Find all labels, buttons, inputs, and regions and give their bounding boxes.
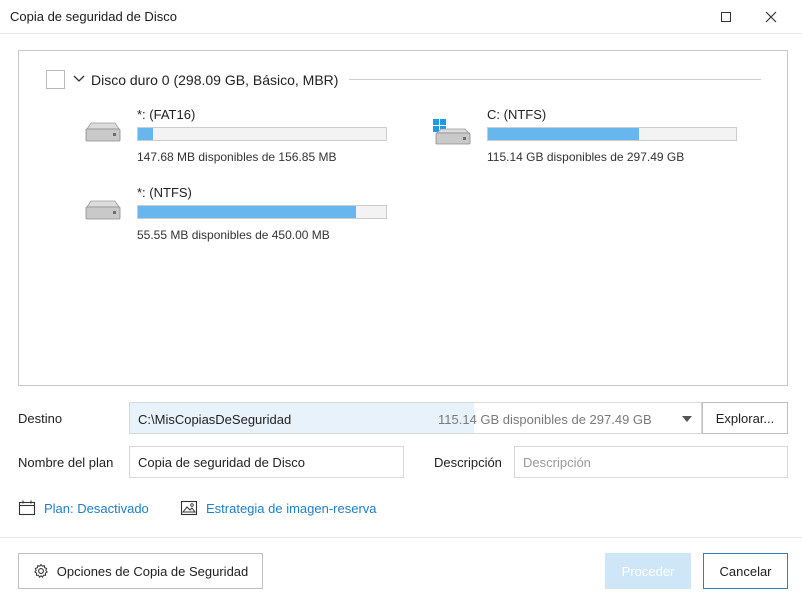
image-strategy-label: Estrategia de imagen-reserva (206, 500, 377, 516)
close-button[interactable] (748, 0, 794, 33)
partition-space-info: 55.55 MB disponibles de 450.00 MB (137, 228, 330, 242)
window-title: Copia de seguridad de Disco (10, 9, 177, 24)
description-input[interactable] (514, 446, 788, 478)
schedule-plan-link[interactable]: Plan: Desactivado (18, 500, 149, 516)
disk-selection-panel: Disco duro 0 (298.09 GB, Básico, MBR) *:… (18, 50, 788, 386)
browse-button[interactable]: Explorar... (702, 402, 788, 434)
backup-options-label: Opciones de Copia de Seguridad (56, 563, 249, 579)
destination-select[interactable]: C:\MisCopiasDeSeguridad 115.14 GB dispon… (129, 402, 702, 434)
partition-item[interactable]: *: (FAT16) 147.68 MB disponibles de 156.… (83, 107, 387, 167)
hdd-icon (85, 200, 121, 220)
partition-space-info: 115.14 GB disponibles de 297.49 GB (487, 150, 685, 164)
backup-options-button[interactable]: Opciones de Copia de Seguridad (18, 553, 263, 589)
partition-name: C: (NTFS) (487, 107, 547, 122)
disk-checkbox[interactable] (46, 70, 65, 89)
partition-usage-fill (488, 128, 640, 140)
dropdown-arrow-icon[interactable] (682, 416, 692, 422)
partition-name: *: (FAT16) (137, 107, 196, 122)
partition-usage-bar (137, 127, 387, 141)
hdd-icon (85, 122, 121, 142)
partition-usage-bar (137, 205, 387, 219)
gear-icon (33, 563, 48, 579)
partition-space-info: 147.68 MB disponibles de 156.85 MB (137, 150, 337, 164)
plan-name-input[interactable] (129, 446, 404, 478)
chevron-down-icon[interactable] (71, 71, 87, 87)
partition-name: *: (NTFS) (137, 185, 192, 200)
image-strategy-link[interactable]: Estrategia de imagen-reserva (180, 500, 377, 516)
description-label: Descripción (434, 455, 502, 470)
title-bar: Copia de seguridad de Disco (0, 0, 802, 34)
close-icon (765, 11, 777, 22)
partition-usage-bar (487, 127, 737, 141)
maximize-button[interactable] (703, 0, 749, 33)
maximize-icon (721, 11, 731, 22)
destination-label: Destino (18, 411, 63, 426)
windows-drive-icon (433, 119, 471, 145)
partition-item[interactable]: C: (NTFS) 115.14 GB disponibles de 297.4… (433, 107, 737, 167)
footer-divider (0, 537, 802, 538)
cancel-button[interactable]: Cancelar (703, 553, 788, 589)
destination-path: C:\MisCopiasDeSeguridad (138, 412, 292, 427)
partition-usage-fill (138, 206, 357, 218)
image-icon (180, 500, 198, 516)
partition-usage-fill (138, 128, 153, 140)
divider (349, 79, 761, 80)
schedule-plan-label: Plan: Desactivado (44, 500, 149, 516)
destination-space-info: 115.14 GB disponibles de 297.49 GB (438, 412, 652, 427)
proceed-button[interactable]: Proceder (605, 553, 691, 589)
calendar-icon (18, 500, 36, 516)
disk-title: Disco duro 0 (298.09 GB, Básico, MBR) (91, 72, 339, 88)
partition-item[interactable]: *: (NTFS) 55.55 MB disponibles de 450.00… (83, 185, 387, 245)
plan-name-label: Nombre del plan (18, 455, 114, 470)
